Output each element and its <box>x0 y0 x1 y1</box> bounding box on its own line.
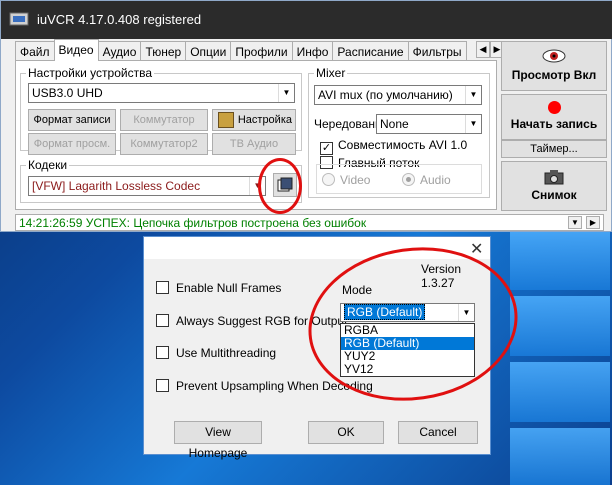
app-icon <box>9 12 29 26</box>
camera-icon <box>544 170 564 185</box>
ok-button[interactable]: OK <box>308 421 384 444</box>
record-icon <box>547 101 561 114</box>
tab-schedule[interactable]: Расписание <box>332 41 409 61</box>
tab-scroll-left-icon[interactable]: ◀ <box>476 41 490 58</box>
video-radio-label: Video <box>340 173 371 187</box>
radio-icon <box>322 173 335 186</box>
annotation-circle-codec <box>258 158 302 214</box>
chevron-down-icon: ▼ <box>465 115 481 133</box>
codec-select[interactable]: [VFW] Lagarith Lossless Codec ▼ <box>28 176 266 196</box>
preview-button[interactable]: Просмотр Вкл <box>501 41 607 91</box>
tab-file[interactable]: Файл <box>15 41 55 61</box>
device-settings-label: Настройки устройства <box>26 66 154 80</box>
record-button[interactable]: Начать запись <box>501 94 607 140</box>
status-dropdown-icon[interactable]: ▼ <box>568 216 582 229</box>
avi-compat-checkbox[interactable]: ✓ Совместимость AVI 1.0 <box>320 138 467 155</box>
window-title: iuVCR 4.17.0.408 registered <box>37 12 202 27</box>
view-homepage-button[interactable]: View Homepage <box>174 421 262 460</box>
status-scroll-icon[interactable]: ▶ <box>586 216 600 229</box>
switcher2-button[interactable]: Коммутатор2 <box>120 133 208 155</box>
video-tab-panel: Настройки устройства USB3.0 UHD ▼ Формат… <box>15 60 497 210</box>
device-settings-button-label: Настройка <box>237 114 292 126</box>
codec-select-value: [VFW] Lagarith Lossless Codec <box>32 179 201 193</box>
interleave-select-value: None <box>380 117 409 131</box>
preview-format-button[interactable]: Формат просм. <box>28 133 116 155</box>
null-frames-checkbox[interactable]: Enable Null Frames <box>156 281 281 295</box>
chevron-down-icon: ▼ <box>278 84 294 102</box>
device-select-value: USB3.0 UHD <box>32 86 103 100</box>
tab-video[interactable]: Видео <box>53 39 99 61</box>
audio-radio[interactable]: Audio <box>402 173 451 187</box>
checkbox-box <box>156 379 169 392</box>
tab-audio[interactable]: Аудио <box>97 41 142 61</box>
interleave-select[interactable]: None ▼ <box>376 114 482 134</box>
mixer-select-value: AVI mux (по умолчанию) <box>318 88 453 102</box>
snapshot-button-label: Снимок <box>531 188 577 202</box>
tab-strip: Файл Видео Аудио Тюнер Опции Профили Инф… <box>15 39 467 61</box>
tv-audio-button[interactable]: ТВ Аудио <box>212 133 296 155</box>
tab-scroll: ◀ ▶ <box>476 41 504 58</box>
audio-radio-label: Audio <box>420 173 451 187</box>
device-settings-button[interactable]: Настройка <box>212 109 296 131</box>
tab-filters[interactable]: Фильтры <box>407 41 467 61</box>
cancel-button[interactable]: Cancel <box>398 421 478 444</box>
multithreading-checkbox[interactable]: Use Multithreading <box>156 346 276 360</box>
eye-icon <box>542 49 566 63</box>
tab-tuner[interactable]: Тюнер <box>140 41 187 61</box>
mixer-label: Mixer <box>314 66 348 80</box>
checkbox-box <box>156 281 169 294</box>
video-radio[interactable]: Video <box>322 173 370 187</box>
status-bar: 14:21:26:59 УСПЕХ: Цепочка фильтров пост… <box>15 214 604 231</box>
tab-info[interactable]: Инфо <box>291 41 334 61</box>
preview-button-label: Просмотр Вкл <box>511 68 597 82</box>
checkbox-box <box>156 314 169 327</box>
timer-button[interactable]: Таймер... <box>501 140 607 158</box>
windows-logo-tiles <box>500 230 612 485</box>
device-select[interactable]: USB3.0 UHD ▼ <box>28 83 295 103</box>
main-window: iuVCR 4.17.0.408 registered Файл Видео А… <box>0 0 612 232</box>
record-button-label: Начать запись <box>510 117 598 131</box>
snapshot-button[interactable]: Снимок <box>501 161 607 211</box>
settings-icon <box>218 112 234 128</box>
chevron-down-icon: ▼ <box>465 86 481 104</box>
null-frames-label: Enable Null Frames <box>176 281 282 295</box>
status-text: 14:21:26:59 УСПЕХ: Цепочка фильтров пост… <box>19 216 367 230</box>
radio-selected-icon <box>402 173 415 186</box>
title-bar[interactable]: iuVCR 4.17.0.408 registered <box>1 1 612 39</box>
avi-compat-label: Совместимость AVI 1.0 <box>338 138 468 152</box>
codecs-label: Кодеки <box>26 158 70 172</box>
switcher-button[interactable]: Коммутатор <box>120 109 208 131</box>
tab-options[interactable]: Опции <box>185 41 232 61</box>
capture-format-button[interactable]: Формат записи <box>28 109 116 131</box>
multithreading-label: Use Multithreading <box>176 346 277 360</box>
checkbox-box <box>156 346 169 359</box>
tab-profiles[interactable]: Профили <box>230 41 293 61</box>
mixer-select[interactable]: AVI mux (по умолчанию) ▼ <box>314 85 482 105</box>
checkmark-icon: ✓ <box>320 142 333 155</box>
